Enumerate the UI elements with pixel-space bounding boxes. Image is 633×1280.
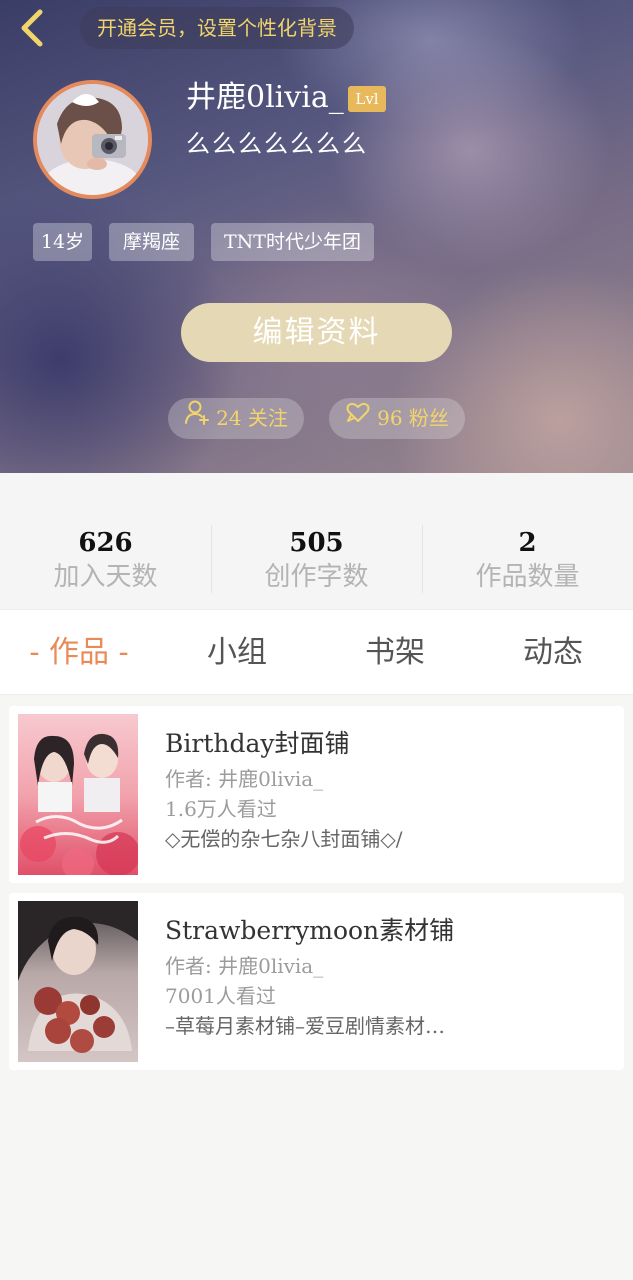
stat-label: 加入天数 [53,562,158,592]
profile-header: 开通会员，设置个性化背景 井鹿0livia_ Lvl 么么么么么么么 14岁 摩… [0,0,633,473]
following-label: 24 关注 [216,406,288,430]
stat-label: 创作字数 [264,562,369,592]
stat-days-joined: 626 加入天数 [0,525,211,593]
list-item[interactable]: Strawberrymoon素材铺 作者: 井鹿0livia_ 7001人看过 … [9,893,624,1070]
stat-value: 505 [289,528,344,558]
work-author: 作者: 井鹿0livia_ [165,767,324,791]
tag-zodiac: 摩羯座 [109,223,194,261]
work-cover-image [18,714,138,875]
following-button[interactable]: 24 关注 [168,398,304,439]
work-cover-image [18,901,138,1062]
works-list: Birthday封面铺 作者: 井鹿0livia_ 1.6万人看过 ◇无偿的杂七… [0,696,633,1280]
work-views: 1.6万人看过 [165,797,277,821]
stat-works-count: 2 作品数量 [422,525,633,593]
stat-words-written: 505 创作字数 [211,525,422,593]
back-arrow-icon[interactable] [12,6,56,50]
person-plus-icon [184,398,210,439]
signature: 么么么么么么么 [186,130,368,158]
list-item[interactable]: Birthday封面铺 作者: 井鹿0livia_ 1.6万人看过 ◇无偿的杂七… [9,706,624,883]
tab-works[interactable]: - 作品 - [10,610,148,696]
edit-profile-button[interactable]: 编辑资料 [181,303,452,362]
work-description: –草莓月素材铺–爱豆剧情素材… [165,1014,445,1038]
work-author: 作者: 井鹿0livia_ [165,954,324,978]
username: 井鹿0livia_ [186,80,344,115]
profile-tabs: - 作品 - 小组 书架 动态 [0,609,633,695]
stat-value: 2 [518,528,537,558]
tag-fandom: TNT时代少年团 [211,223,374,261]
stat-label: 作品数量 [475,562,580,592]
work-title: Strawberrymoon素材铺 [165,916,455,945]
tab-groups[interactable]: 小组 [175,610,299,696]
fans-button[interactable]: 96 粉丝 [329,398,465,439]
vip-background-banner[interactable]: 开通会员，设置个性化背景 [80,7,354,49]
level-badge: Lvl [348,86,386,112]
avatar[interactable] [33,80,152,199]
stats-bar: 626 加入天数 505 创作字数 2 作品数量 [0,473,633,609]
tab-activity[interactable]: 动态 [491,610,615,696]
work-title: Birthday封面铺 [165,729,350,758]
tag-age: 14岁 [33,223,92,261]
stat-value: 626 [78,528,133,558]
work-description: ◇无偿的杂七杂八封面铺◇/ [165,827,403,851]
work-views: 7001人看过 [165,984,276,1008]
fans-label: 96 粉丝 [377,406,449,430]
tab-bookshelf[interactable]: 书架 [333,610,457,696]
heart-chat-icon [345,398,371,439]
